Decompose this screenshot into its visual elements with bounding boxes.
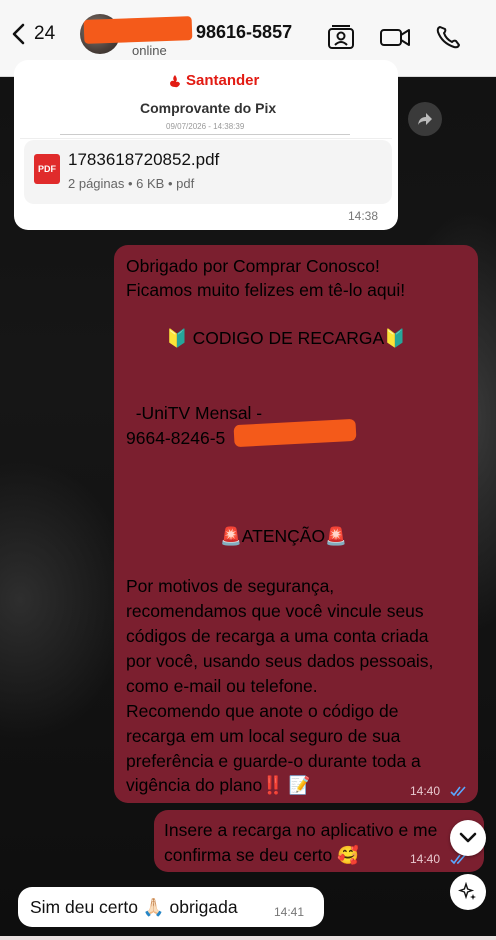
divider xyxy=(60,134,350,135)
contact-card-icon[interactable] xyxy=(326,24,356,50)
flame-icon xyxy=(170,74,180,87)
message-line: Ficamos muito felizes em tê-lo aqui! xyxy=(126,280,406,300)
message-line: Sim deu certo 🙏🏻 obrigada xyxy=(30,897,238,917)
message-time: 14:40 xyxy=(410,852,441,866)
video-call-icon[interactable] xyxy=(380,24,410,50)
message-line: Recomendo que anote o código de xyxy=(126,701,399,721)
message-line: 🚨ATENÇÃO🚨 xyxy=(220,526,347,546)
message-line: 9664-8246-5 xyxy=(126,428,226,448)
pdf-preview-date: 09/07/2026 - 14:38:39 xyxy=(166,122,245,131)
contact-phone[interactable]: 98616-5857 xyxy=(196,22,292,43)
chevron-left-icon xyxy=(12,23,25,45)
back-count: 24 xyxy=(34,23,56,44)
file-name: 1783618720852.pdf xyxy=(68,150,220,169)
message-line: 🔰 CODIGO DE RECARGA🔰 xyxy=(166,328,406,348)
forward-arrow-icon xyxy=(418,113,432,125)
message-line: Por motivos de segurança, xyxy=(126,576,335,596)
scroll-down-button[interactable] xyxy=(450,820,486,856)
sparkle-icon xyxy=(458,882,476,900)
message-line: Insere a recarga no aplicativo e me xyxy=(164,820,438,840)
redaction-mark xyxy=(83,16,193,44)
pdf-preview-title: Comprovante do Pix xyxy=(140,100,277,116)
message-line: códigos de recarga a uma conta criada xyxy=(126,626,429,646)
forward-button[interactable] xyxy=(408,102,442,136)
pdf-file-icon: PDF xyxy=(34,154,60,184)
message-line: recomendamos que você vincule seus xyxy=(126,601,424,621)
back-button[interactable]: 24 xyxy=(10,22,55,46)
santander-logo: Santander xyxy=(168,72,259,89)
ai-assist-button[interactable] xyxy=(450,874,486,910)
file-meta: 2 páginas • 6 KB • pdf xyxy=(68,176,195,191)
bottom-input-edge xyxy=(0,936,496,940)
read-receipt-icon xyxy=(450,786,466,797)
chevron-down-icon xyxy=(459,832,477,843)
message-line: confirma se deu certo 🥰 xyxy=(164,845,359,865)
message-time: 14:40 xyxy=(410,784,441,798)
message-line: recarga em um local seguro de sua xyxy=(126,726,401,746)
message-line: preferência e guarde-o durante toda a xyxy=(126,751,421,771)
contact-status: online xyxy=(132,43,167,58)
message-line: vigência do plano‼️ 📝 xyxy=(126,775,311,795)
message-time: 14:41 xyxy=(274,905,305,919)
message-line: Obrigado por Comprar Conosco! xyxy=(126,256,380,276)
phone-call-icon[interactable] xyxy=(434,24,464,50)
message-time: 14:38 xyxy=(348,209,379,223)
message-line: por você, usando seus dados pessoais, xyxy=(126,651,434,671)
message-line: -UniTV Mensal - xyxy=(126,403,263,423)
message-line: como e-mail ou telefone. xyxy=(126,676,318,696)
